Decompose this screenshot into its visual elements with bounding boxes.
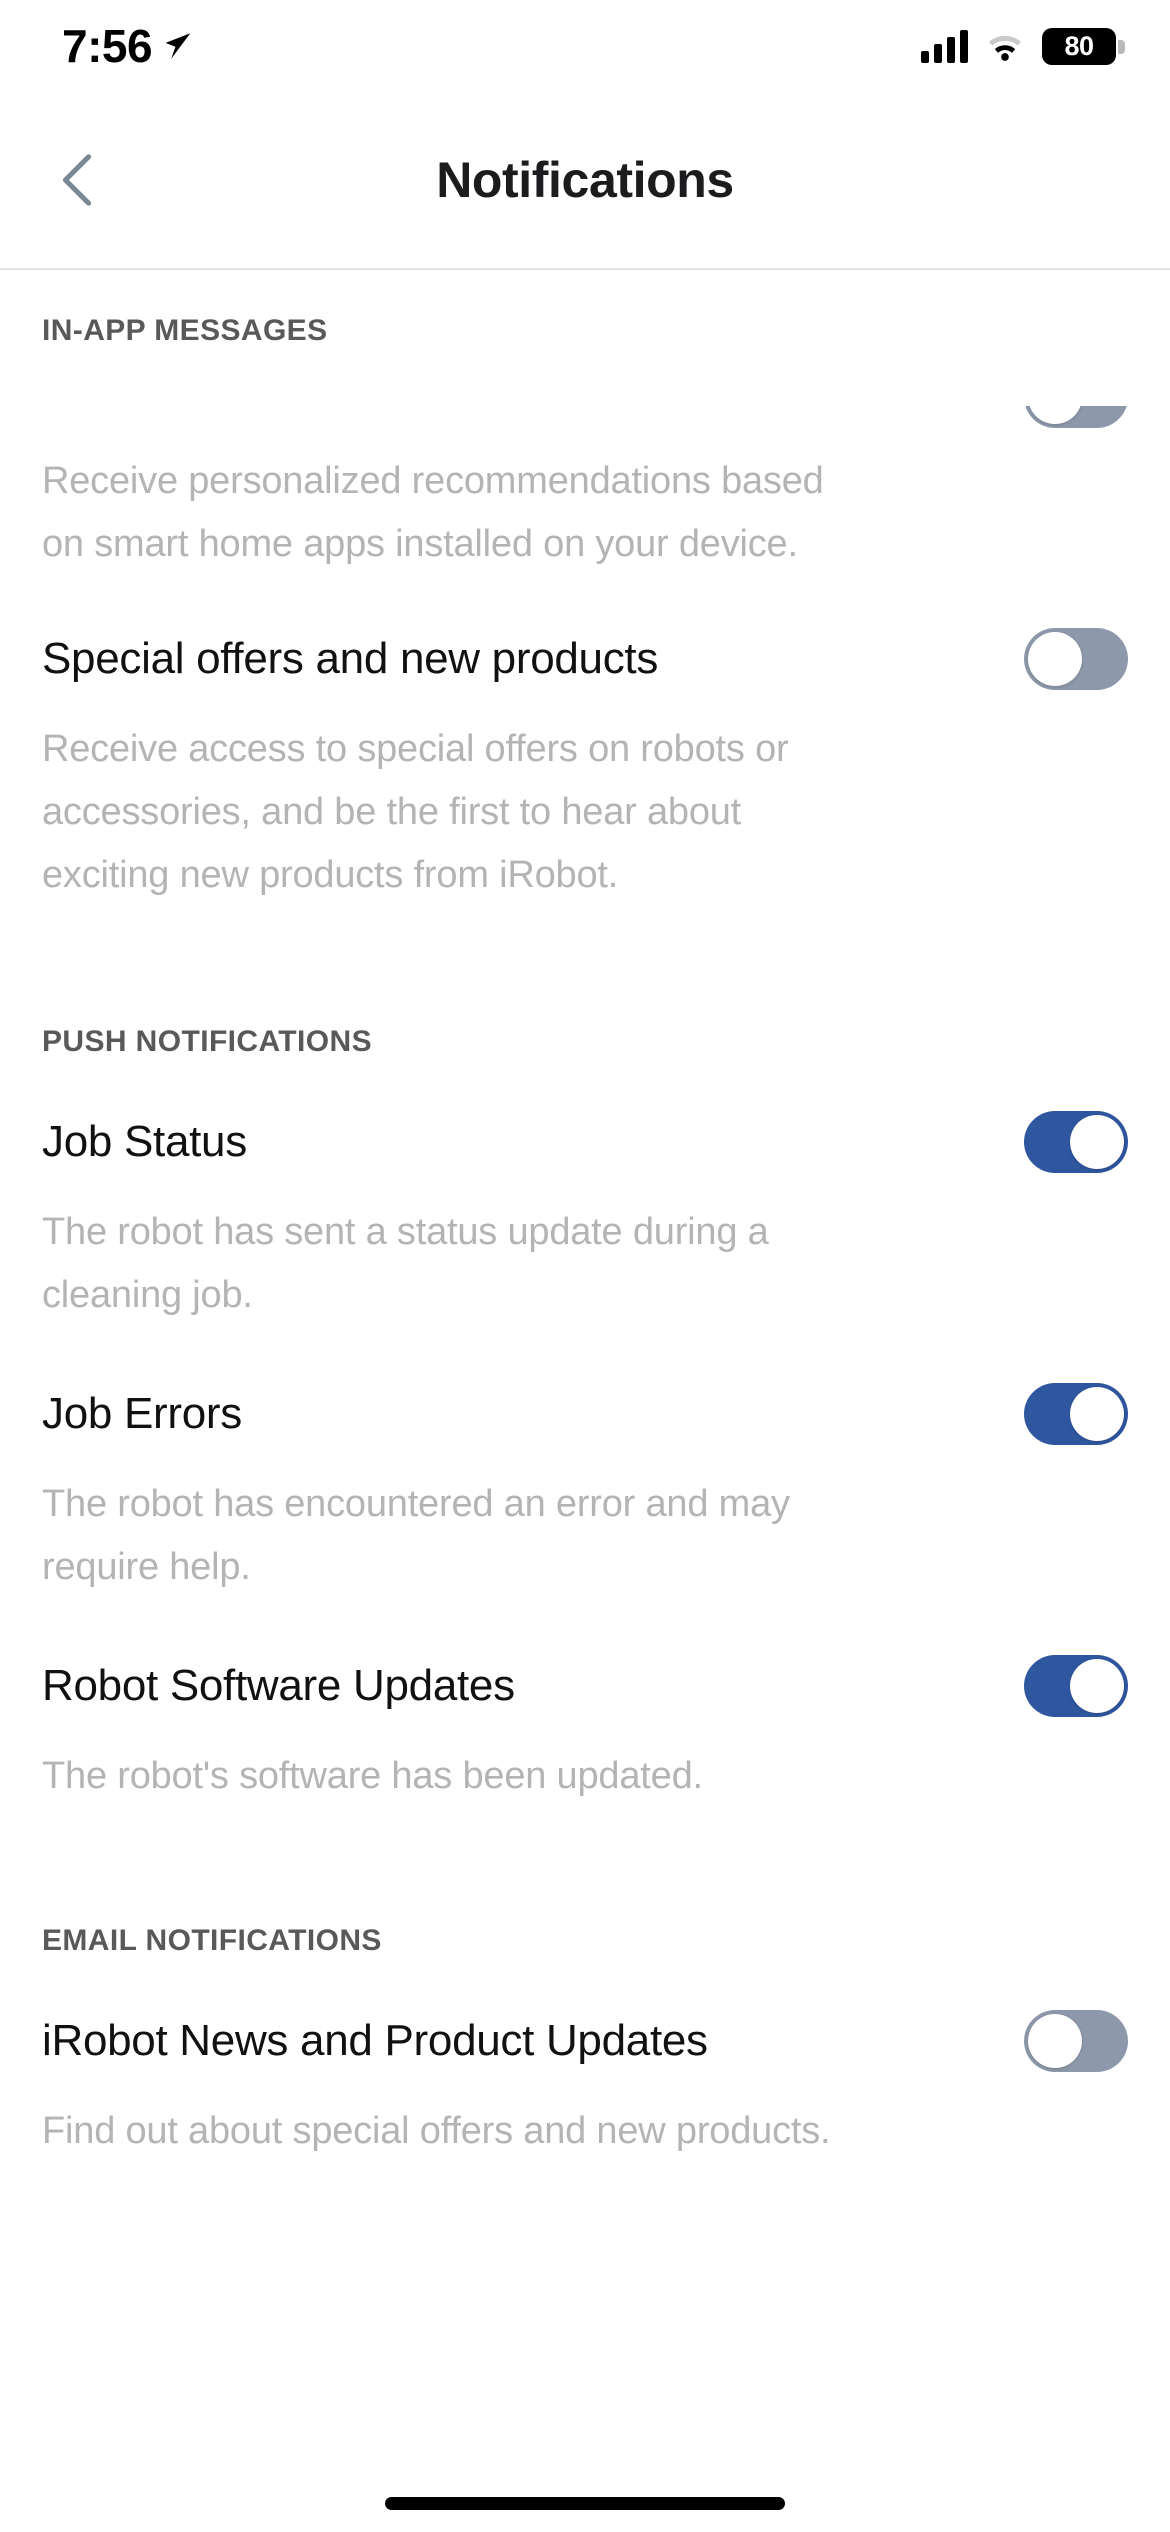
clock-time: 7:56	[62, 20, 153, 72]
status-bar-left: 7:56	[62, 19, 196, 73]
chevron-left-icon	[62, 154, 92, 206]
battery-level-label: 80	[1064, 30, 1094, 61]
toggle-knob	[1028, 2014, 1082, 2068]
row-special-offers[interactable]: Special offers and new products	[0, 622, 1170, 696]
section-header-push-notifications: PUSH NOTIFICATIONS	[42, 1025, 372, 1058]
row-description-robot-software-updates: The robot's software has been updated.	[0, 1745, 1170, 1808]
battery-icon: 80	[1042, 27, 1125, 65]
phone-screen: 7:56 80 Notifications IN-APP MESSAGES Re…	[0, 0, 1170, 2532]
cellular-bars-icon	[921, 29, 968, 63]
row-title-special-offers: Special offers and new products	[42, 634, 659, 683]
desc-line: require help.	[42, 1546, 251, 1588]
desc-line: The robot's software has been updated.	[42, 1755, 703, 1797]
row-title-job-status: Job Status	[42, 1117, 247, 1166]
desc-line: exciting new products from iRobot.	[42, 854, 619, 896]
toggle-knob	[1070, 1115, 1124, 1169]
row-irobot-news[interactable]: iRobot News and Product Updates	[0, 2004, 1170, 2078]
row-description-irobot-news: Find out about special offers and new pr…	[0, 2100, 1170, 2163]
toggle-job-errors[interactable]	[1024, 1383, 1128, 1445]
location-arrow-icon	[165, 33, 191, 59]
row-title-irobot-news: iRobot News and Product Updates	[42, 2016, 708, 2065]
row-description-in-app-recommendations: Receive personalized recommendations bas…	[0, 450, 1170, 576]
desc-line: The robot has sent a status update durin…	[42, 1211, 769, 1253]
section-header-email-notifications: EMAIL NOTIFICATIONS	[42, 1924, 382, 1957]
desc-line: accessories, and be the first to hear ab…	[42, 791, 742, 833]
desc-line: Find out about special offers and new pr…	[42, 2110, 831, 2152]
row-job-errors[interactable]: Job Errors	[0, 1377, 1170, 1451]
settings-scroll-area[interactable]: IN-APP MESSAGES Receive personalized rec…	[0, 270, 1170, 2532]
desc-line: The robot has encountered an error and m…	[42, 1483, 790, 1525]
row-title-robot-software-updates: Robot Software Updates	[42, 1661, 515, 1710]
clipped-row-toggle-container	[0, 406, 1170, 428]
back-button[interactable]	[22, 92, 132, 268]
row-description-job-errors: The robot has encountered an error and m…	[0, 1473, 1170, 1599]
row-robot-software-updates[interactable]: Robot Software Updates	[0, 1649, 1170, 1723]
desc-line: on smart home apps installed on your dev…	[42, 523, 798, 565]
wifi-icon	[989, 35, 1021, 61]
desc-line: Receive personalized recommendations bas…	[42, 460, 824, 502]
row-description-special-offers: Receive access to special offers on robo…	[0, 718, 1170, 907]
status-bar-right: 80	[921, 27, 1125, 65]
section-header-in-app-messages: IN-APP MESSAGES	[42, 314, 328, 347]
toggle-knob	[1028, 406, 1082, 424]
toggle-knob	[1028, 632, 1082, 686]
row-job-status[interactable]: Job Status	[0, 1105, 1170, 1179]
toggle-knob	[1070, 1659, 1124, 1713]
toggle-robot-software-updates[interactable]	[1024, 1655, 1128, 1717]
page-title: Notifications	[436, 152, 734, 208]
toggle-in-app-recommendations[interactable]	[1024, 406, 1128, 428]
row-title-job-errors: Job Errors	[42, 1389, 242, 1438]
toggle-job-status[interactable]	[1024, 1111, 1128, 1173]
row-description-job-status: The robot has sent a status update durin…	[0, 1201, 1170, 1327]
toggle-special-offers[interactable]	[1024, 628, 1128, 690]
desc-line: cleaning job.	[42, 1274, 253, 1316]
toggle-irobot-news[interactable]	[1024, 2010, 1128, 2072]
status-bar: 7:56 80	[0, 0, 1170, 92]
navigation-bar: Notifications	[0, 92, 1170, 270]
toggle-knob	[1070, 1387, 1124, 1441]
home-indicator[interactable]	[385, 2497, 785, 2510]
desc-line: Receive access to special offers on robo…	[42, 728, 789, 770]
